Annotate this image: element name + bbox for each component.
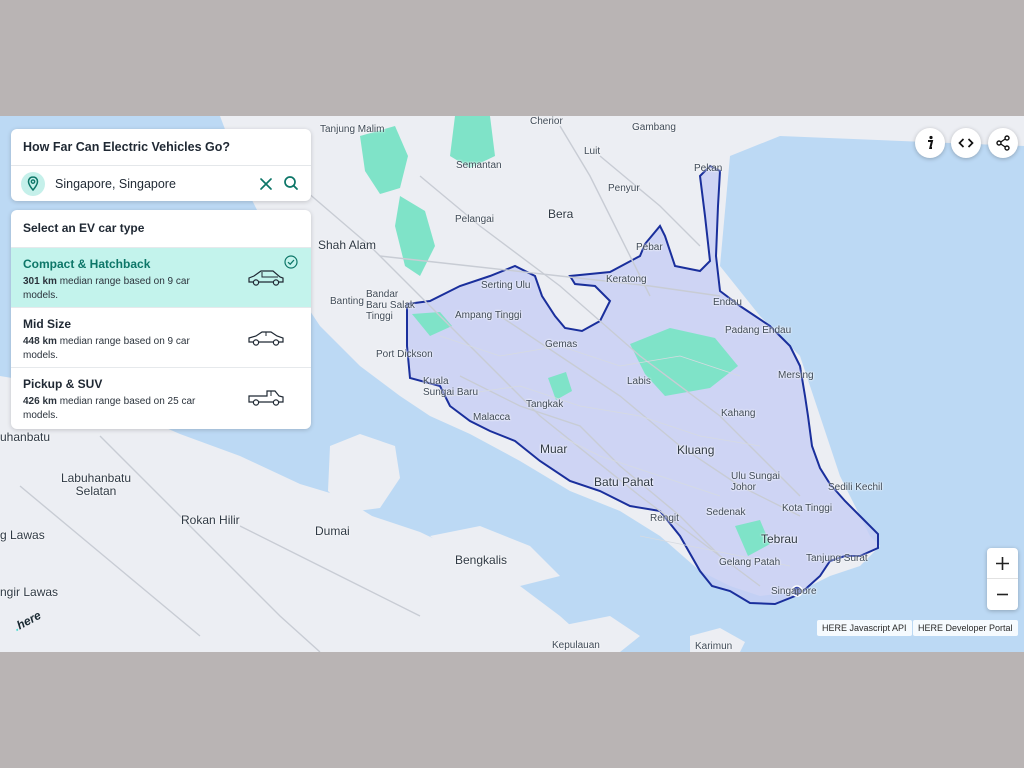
ev-option-name: Pickup & SUV [23, 377, 103, 391]
map-label: Sedili Kechil [828, 482, 883, 493]
hatchback-car-icon [248, 270, 284, 286]
map-label: Muar [540, 442, 568, 456]
map-label: Gelang Patah [719, 557, 781, 568]
map-label: Pebar [636, 242, 663, 253]
ev-option-mid-size[interactable]: Mid Size 448 km median range based on 9 … [11, 307, 311, 367]
map-label: Rokan Hilir [181, 513, 240, 527]
map-label: ngir Lawas [0, 585, 59, 599]
map-label: Port Dickson [376, 349, 433, 360]
map-label: Kepulauan [552, 640, 600, 651]
search-bar [11, 165, 311, 201]
ev-option-pickup-suv[interactable]: Pickup & SUV 426 km median range based o… [11, 367, 311, 427]
map-label: uhanbatu [0, 430, 51, 444]
map-label: Rengit [650, 513, 679, 524]
map-label: Luit [584, 146, 601, 157]
map-label: Singapore [771, 586, 817, 597]
ev-range-value: 301 km [23, 276, 57, 287]
ev-panel-heading: Select an EV car type [23, 221, 145, 235]
location-pin-icon [21, 172, 45, 196]
map-label: Kuala Sungai Baru [423, 376, 479, 398]
map-label: Gambang [632, 122, 676, 133]
ev-range-value: 448 km [23, 336, 57, 347]
map-label: Cherior [530, 116, 563, 127]
here-developer-portal-link[interactable]: HERE Developer Portal [913, 620, 1018, 636]
map-label: Shah Alam [318, 238, 377, 252]
map-label: Penyur [608, 183, 640, 194]
map-label: Labuhanbatu Selatan [60, 471, 132, 498]
close-icon[interactable] [257, 175, 275, 193]
map-label: Padang Endau [725, 325, 792, 336]
map-label: Kahang [721, 408, 756, 419]
map-label: Serting Ulu [481, 280, 531, 291]
map-label: Bengkalis [455, 553, 508, 567]
check-circle-icon [284, 255, 298, 269]
ev-option-name: Compact & Hatchback [23, 257, 151, 271]
map-label: Tangkak [526, 399, 564, 410]
map-label: Semantan [456, 160, 502, 171]
ev-type-panel: Select an EV car type Compact & Hatchbac… [11, 210, 311, 429]
minus-icon [997, 593, 1008, 596]
map-label: g Lawas [0, 528, 45, 542]
map-label: Ampang Tinggi [455, 310, 522, 321]
map-label: Ulu Sungai Johor [731, 471, 780, 493]
map-app: Tanjung Malim Cherior Gambang Semantan L… [0, 116, 1024, 652]
map-label: Kota Tinggi [782, 503, 833, 514]
ev-option-description: 301 km median range based on 9 car model… [23, 275, 213, 302]
map-label: Tebrau [761, 532, 798, 546]
map-label: Bera [548, 207, 574, 221]
share-icon [996, 135, 1010, 151]
sedan-car-icon [248, 331, 284, 346]
map-label: Gemas [545, 339, 578, 350]
map-label: Kluang [677, 443, 715, 457]
pickup-truck-icon [248, 390, 284, 406]
share-button[interactable] [988, 128, 1018, 158]
map-label: Mersing [778, 370, 814, 381]
zoom-control [987, 548, 1018, 610]
map-label: Tanjung Surat [806, 553, 868, 564]
ev-range-value: 426 km [23, 396, 57, 407]
map-label: Malacca [473, 412, 511, 423]
map-label: Bandar Baru Salak Tinggi [366, 289, 415, 322]
map-label: Batu Pahat [594, 475, 654, 489]
zoom-in-button[interactable] [987, 548, 1018, 579]
map-label: Endau [713, 297, 742, 308]
map-label: Pelangai [455, 214, 494, 225]
map-label: Banting [330, 296, 364, 307]
ev-option-compact-hatchback[interactable]: Compact & Hatchback 301 km median range … [11, 247, 311, 307]
zoom-out-button[interactable] [987, 579, 1018, 610]
map-label: Labis [627, 376, 651, 387]
map-label: Pekan [694, 163, 723, 174]
ev-option-description: 448 km median range based on 9 car model… [23, 335, 213, 362]
info-icon [928, 135, 934, 149]
search-icon[interactable] [282, 174, 300, 192]
plus-icon [996, 557, 1009, 570]
info-button[interactable] [915, 128, 945, 158]
code-icon [958, 138, 974, 148]
map-label: Dumai [315, 524, 350, 538]
map-label: Keratong [606, 274, 647, 285]
map-label: Karimun [695, 641, 733, 652]
map-label: Sedenak [706, 507, 746, 518]
search-input[interactable] [55, 174, 245, 194]
ev-option-name: Mid Size [23, 317, 72, 331]
here-javascript-api-link[interactable]: HERE Javascript API [817, 620, 912, 636]
ev-option-description: 426 km median range based on 25 car mode… [23, 395, 213, 422]
page-title: How Far Can Electric Vehicles Go? [23, 140, 231, 154]
code-button[interactable] [951, 128, 981, 158]
map-label: Tanjung Malim [320, 124, 385, 135]
search-panel: How Far Can Electric Vehicles Go? [11, 129, 311, 201]
